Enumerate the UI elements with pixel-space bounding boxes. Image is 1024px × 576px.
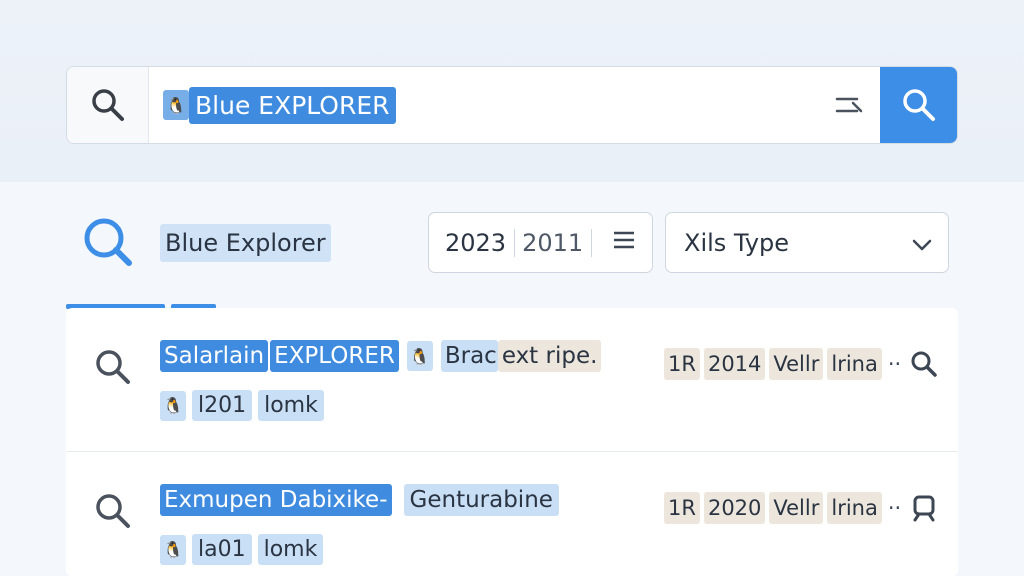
menu-icon[interactable] xyxy=(613,230,635,255)
title-highlight: Exmupen Dabixike- xyxy=(160,484,392,516)
search-icon xyxy=(67,67,149,143)
result-subtitle: 🐧 l201 lomk xyxy=(160,390,324,421)
year-filter-select[interactable]: 2023 2011 xyxy=(428,212,653,273)
title-highlight: EXPLORER xyxy=(270,340,399,372)
meta-chip: 2014 xyxy=(703,348,766,380)
year-to: 2011 xyxy=(522,228,584,257)
meta-chip: 2020 xyxy=(703,492,766,524)
chevron-down-icon xyxy=(912,229,932,257)
search-button[interactable] xyxy=(880,67,957,143)
bookmark-icon[interactable] xyxy=(909,493,939,523)
title-text: Brac xyxy=(440,340,498,372)
divider xyxy=(514,228,516,257)
result-subtitle: 🐧 la01 lomk xyxy=(160,534,324,565)
divider xyxy=(591,228,593,257)
type-select-value: Xils Type xyxy=(684,228,790,257)
search-icon xyxy=(92,346,134,388)
meta-chip: 1R xyxy=(664,492,700,524)
penguin-icon: 🐧 xyxy=(163,90,189,120)
sub-text: l201 xyxy=(192,390,253,421)
search-icon xyxy=(92,490,134,532)
more-dots[interactable]: ·· xyxy=(888,496,901,520)
search-bar: 🐧 Blue EXPLORER xyxy=(66,66,958,144)
more-dots[interactable]: ·· xyxy=(888,352,901,376)
meta-chip: Vellr xyxy=(769,348,824,380)
title-text: Genturabine xyxy=(403,484,559,516)
results-list: Salarlain EXPLORER 🐧 Brac ext ripe. 🐧 l2… xyxy=(66,308,958,576)
title-highlight: Salarlain xyxy=(160,340,269,372)
type-filter-select[interactable]: Xils Type xyxy=(665,212,949,273)
penguin-icon: 🐧 xyxy=(406,341,433,371)
result-title[interactable]: Exmupen Dabixike- Genturabine xyxy=(160,484,559,516)
search-icon[interactable] xyxy=(909,349,939,379)
penguin-icon: 🐧 xyxy=(160,390,186,421)
penguin-icon: 🐧 xyxy=(160,534,186,565)
filter-label: Blue Explorer xyxy=(160,224,331,262)
result-meta: 1R 2020 Vellr lrina ·· xyxy=(664,492,939,524)
search-input[interactable]: 🐧 Blue EXPLORER xyxy=(149,67,820,143)
list-item[interactable]: Exmupen Dabixike- Genturabine 🐧 la01 lom… xyxy=(66,452,958,576)
meta-chip: lrina xyxy=(827,492,882,524)
search-query: Blue EXPLORER xyxy=(189,86,396,124)
year-from: 2023 xyxy=(445,228,507,257)
sub-text: lomk xyxy=(258,390,324,421)
list-item[interactable]: Salarlain EXPLORER 🐧 Brac ext ripe. 🐧 l2… xyxy=(66,308,958,452)
meta-chip: Vellr xyxy=(769,492,824,524)
meta-chip: 1R xyxy=(664,348,700,380)
sub-text: la01 xyxy=(192,534,252,565)
title-text: ext ripe. xyxy=(497,340,602,372)
result-meta: 1R 2014 Vellr lrina ·· xyxy=(664,348,939,380)
search-icon xyxy=(80,214,136,270)
meta-chip: lrina xyxy=(827,348,882,380)
sub-text: lomk xyxy=(257,534,324,565)
result-title[interactable]: Salarlain EXPLORER 🐧 Brac ext ripe. xyxy=(160,340,602,372)
clear-icon[interactable] xyxy=(820,94,880,116)
